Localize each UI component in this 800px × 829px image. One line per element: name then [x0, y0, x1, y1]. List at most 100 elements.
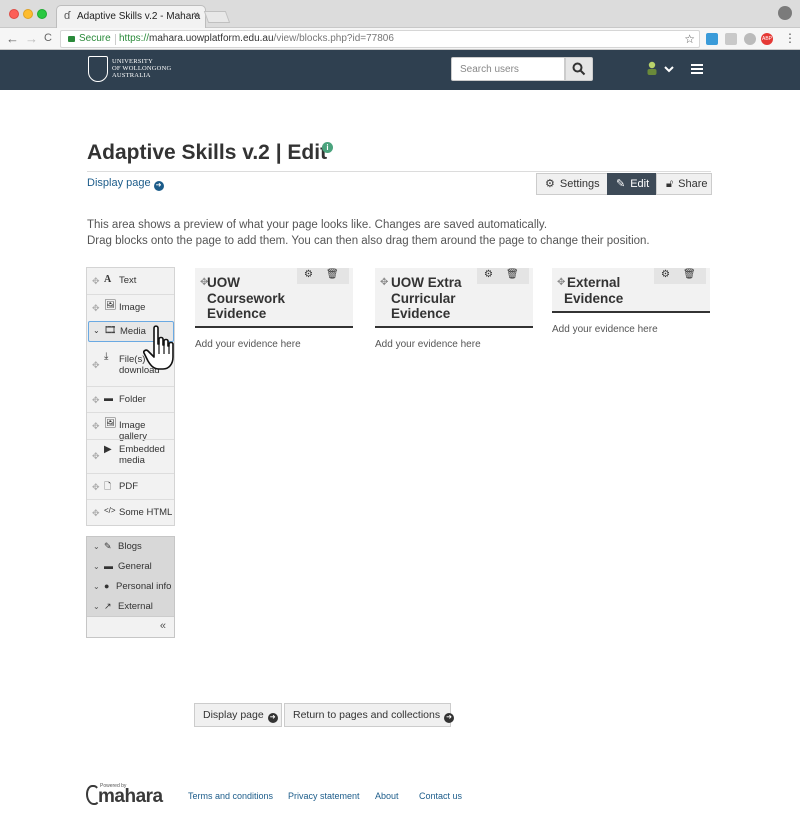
display-page-label: Display page [87, 177, 151, 189]
minimize-window-button[interactable] [23, 9, 33, 19]
extension-icon[interactable] [706, 33, 718, 45]
extension-icon[interactable] [725, 33, 737, 45]
url-field[interactable]: Secure https://mahara.uowplatform.edu.au… [60, 30, 700, 48]
uow-crest-icon [88, 56, 108, 82]
palette-item-text[interactable]: ✥ A Text [87, 268, 174, 294]
info-icon[interactable]: i [322, 142, 333, 153]
bookmark-star-icon[interactable]: ☆ [684, 32, 695, 46]
footer-link-privacy[interactable]: Privacy statement [288, 791, 360, 801]
gear-icon[interactable]: ⚙ [484, 269, 493, 280]
palette-item-label: Image [119, 302, 146, 313]
share-button[interactable]: 🔓︎ Share [656, 173, 712, 195]
title-divider [87, 171, 711, 172]
edit-button[interactable]: ✎ Edit [607, 173, 657, 195]
url-scheme: https:// [119, 33, 150, 44]
palette-item-folder[interactable]: ✥ ▬ Folder [87, 387, 174, 412]
back-icon[interactable]: ← [6, 31, 19, 46]
reload-icon[interactable]: C [44, 32, 52, 44]
arrow-right-circle-icon: ➜ [153, 181, 164, 191]
palette-item-image-gallery[interactable]: ✥ 🖼︎ Image gallery [87, 413, 174, 442]
footer-link-terms[interactable]: Terms and conditions [188, 791, 273, 801]
chevron-down-icon: ⌄ [93, 562, 100, 571]
block-uow-coursework-evidence[interactable]: ✥ UOW Coursework Evidence ⚙ 🗑︎ [195, 268, 353, 328]
block-title-line: Coursework [207, 290, 286, 306]
chevron-down-icon: ⌄ [93, 582, 100, 591]
gear-icon[interactable]: ⚙ [304, 269, 313, 280]
block-uow-extra-curricular-evidence[interactable]: ✥ UOW Extra Curricular Evidence ⚙ 🗑︎ [375, 268, 533, 328]
category-blogs[interactable]: ⌄ ✎ Blogs [87, 537, 174, 557]
palette-item-label: PDF [119, 481, 138, 492]
chevron-down-icon[interactable] [664, 65, 674, 75]
settings-button[interactable]: ⚙ Settings [536, 173, 608, 195]
forward-icon[interactable]: → [25, 31, 38, 46]
block-tools: ⚙ 🗑︎ [297, 268, 349, 284]
category-label: Blogs [118, 541, 142, 552]
chevron-down-icon: ⌄ [93, 602, 100, 611]
browser-profile-icon[interactable] [778, 6, 792, 20]
adblock-icon[interactable]: ABP [761, 33, 773, 45]
block-title-line: UOW Extra [391, 275, 462, 290]
user-avatar-icon[interactable] [646, 61, 658, 75]
intro-line: This area shows a preview of what your p… [87, 219, 548, 231]
hamburger-menu-icon[interactable] [691, 64, 703, 74]
trash-icon[interactable]: 🗑︎ [506, 269, 519, 280]
category-personal-info[interactable]: ⌄ ● Personal info [87, 577, 174, 597]
drag-handle-icon: ✥ [92, 360, 100, 370]
block-title: External Evidence [564, 275, 623, 306]
palette-item-pdf[interactable]: ✥ 🗋︎ PDF [87, 474, 174, 499]
trash-icon[interactable]: 🗑︎ [683, 269, 696, 280]
pdf-icon: 🗋︎ [104, 481, 112, 491]
drag-handle-icon: ✥ [92, 395, 100, 405]
external-link-icon: ↗ [104, 601, 112, 611]
maximize-window-button[interactable] [37, 9, 47, 19]
drag-handle-icon: ✥ [92, 451, 100, 461]
block-title: UOW Coursework Evidence [207, 275, 285, 322]
new-tab-button[interactable] [203, 11, 231, 23]
close-window-button[interactable] [9, 9, 19, 19]
tab-close-icon[interactable]: × [193, 10, 199, 21]
block-external-evidence[interactable]: ✥ External Evidence ⚙ 🗑︎ [552, 268, 710, 313]
film-icon: 🎞︎ [104, 325, 117, 336]
return-to-pages-button[interactable]: Return to pages and collections ➜ [284, 703, 455, 727]
block-title-line: External [567, 275, 621, 290]
category-general[interactable]: ⌄ ▬ General [87, 557, 174, 577]
tab-title: Adaptive Skills v.2 - Mahara [77, 11, 201, 22]
arrow-right-circle-icon: ➜ [267, 713, 278, 723]
palette-item-image[interactable]: ✥ 🖼︎ Image [87, 295, 174, 320]
mahara-favicon-icon: ɗ [64, 10, 71, 22]
footer-link-about[interactable]: About [375, 791, 399, 801]
intro-text: This area shows a preview of what your p… [87, 217, 650, 249]
display-page-link[interactable]: Display page ➜ [87, 177, 164, 191]
logo-line: AUSTRALIA [112, 72, 151, 79]
gear-icon[interactable]: ⚙ [661, 269, 670, 280]
site-header: UNIVERSITY OF WOLLONGONG AUSTRALIA [0, 50, 800, 90]
mahara-logo[interactable]: Powered by mahara [86, 783, 166, 809]
display-page-button[interactable]: Display page ➜ [194, 703, 282, 727]
unlock-icon: 🔓︎ [666, 178, 674, 190]
folder-icon: ▬ [104, 393, 113, 403]
return-label: Return to pages and collections [293, 709, 441, 721]
double-chevron-left-icon: « [159, 620, 166, 632]
block-tools: ⚙ 🗑︎ [477, 268, 529, 284]
uow-logo[interactable]: UNIVERSITY OF WOLLONGONG AUSTRALIA [88, 56, 184, 84]
palette-item-embedded-media[interactable]: ✥ ▶ Embedded media [87, 440, 174, 473]
search-input[interactable] [451, 57, 565, 81]
intro-line: Drag blocks onto the page to add them. Y… [87, 235, 650, 247]
block-placeholder: Add your evidence here [375, 339, 481, 350]
palette-item-some-html[interactable]: ✥ </> Some HTML [87, 500, 174, 525]
collapse-palette-button[interactable]: « [87, 616, 174, 637]
browser-tab[interactable]: ɗ Adaptive Skills v.2 - Mahara × [56, 5, 206, 29]
extension-icon[interactable] [744, 33, 756, 45]
palette-item-label: Folder [119, 394, 146, 405]
browser-menu-icon[interactable]: ⋮ [784, 31, 796, 45]
page-title: Adaptive Skills v.2 | Edit [87, 141, 328, 164]
footer-link-contact[interactable]: Contact us [419, 791, 462, 801]
palette-item-label: Some HTML [119, 507, 173, 518]
block-palette: ✥ A Text ✥ 🖼︎ Image ⌄ 🎞︎ Media ✥ ⤓ File(… [86, 267, 175, 526]
url-separator [115, 34, 116, 45]
search-button[interactable] [565, 57, 593, 81]
gears-icon: ⚙ [545, 178, 555, 190]
block-tools: ⚙ 🗑︎ [654, 268, 706, 284]
category-external[interactable]: ⌄ ↗ External [87, 597, 174, 617]
trash-icon[interactable]: 🗑︎ [326, 269, 339, 280]
